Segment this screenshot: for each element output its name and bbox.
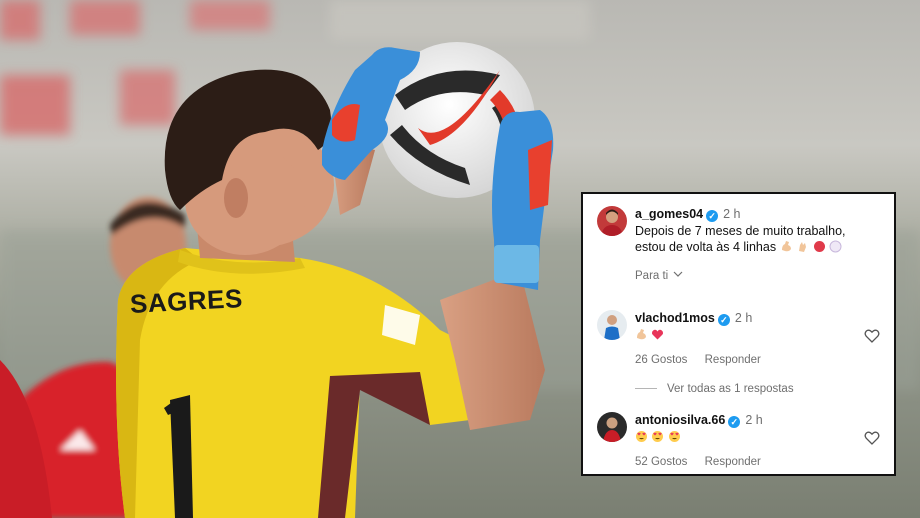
like-heart-icon[interactable] — [864, 328, 880, 344]
avatar[interactable] — [597, 412, 627, 442]
flexed-biceps-icon — [780, 240, 793, 257]
red-heart-icon — [651, 328, 664, 345]
instagram-comments-card: a_gomes04 ✓ 2 h Depois de 7 meses de muito… — [581, 192, 896, 476]
heart-eyes-icon — [635, 430, 648, 447]
comment-username[interactable]: a_gomes04 — [635, 207, 703, 221]
verified-badge-icon: ✓ — [728, 416, 741, 428]
comment-meta: 52 Gostos Responder — [635, 456, 880, 468]
comment-text-block: Depois de 7 meses de muito trabalho, est… — [635, 223, 870, 257]
comment-username[interactable]: antoniosilva.66 — [635, 413, 725, 427]
reply-button[interactable]: Responder — [705, 456, 761, 468]
view-replies-link[interactable]: Ver todas as 1 respostas — [635, 383, 794, 395]
for-you-link[interactable]: Para ti — [635, 270, 668, 282]
divider — [635, 388, 657, 390]
comment-username[interactable]: vlachod1mos — [635, 311, 715, 325]
red-circle-icon — [813, 240, 826, 257]
verified-badge-icon: ✓ — [717, 314, 730, 326]
chevron-down-icon — [673, 269, 683, 281]
comment-text-block — [635, 327, 870, 345]
jersey-sponsor: SAGRES — [129, 283, 244, 319]
pinching-hand-icon — [796, 240, 809, 257]
white-circle-icon — [829, 240, 842, 257]
view-replies-label: Ver todas as 1 respostas — [667, 383, 794, 395]
likes-count[interactable]: 26 Gostos — [635, 354, 687, 366]
reply-button[interactable]: Responder — [705, 354, 761, 366]
avatar[interactable] — [597, 206, 627, 236]
avatar[interactable] — [597, 310, 627, 340]
likes-count[interactable]: 52 Gostos — [635, 456, 687, 468]
verified-badge-icon: ✓ — [706, 210, 719, 222]
comment-time: 2 h — [723, 207, 741, 221]
flexed-biceps-icon — [635, 328, 648, 345]
heart-eyes-icon — [651, 430, 664, 447]
heart-eyes-icon — [668, 430, 681, 447]
comment-meta: 26 Gostos Responder — [635, 354, 880, 366]
comment-time: 2 h — [734, 311, 753, 325]
like-heart-icon[interactable] — [864, 430, 880, 446]
translate-row[interactable]: Para ti — [635, 269, 880, 282]
comment-time: 2 h — [745, 413, 763, 427]
comment-text-block — [635, 429, 870, 447]
